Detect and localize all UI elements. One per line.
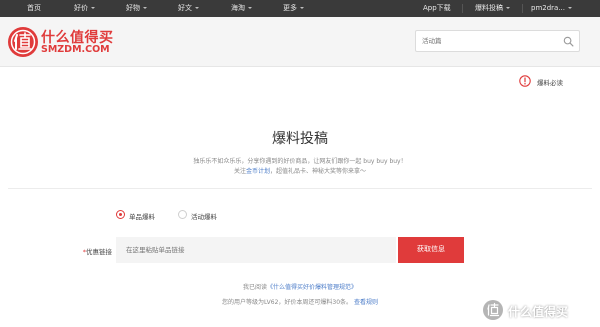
page-title: 爆料投稿 xyxy=(272,131,328,147)
chevron-down-icon xyxy=(91,7,95,9)
nav-item-articles[interactable]: 好文 xyxy=(178,0,199,17)
link-field-label: *优惠链接 xyxy=(60,246,112,256)
submit-deal-menu[interactable]: 爆料投稿 xyxy=(475,0,510,17)
radio-label: 活动爆料 xyxy=(191,213,217,221)
radio-button[interactable] xyxy=(178,210,187,219)
chevron-down-icon xyxy=(143,7,147,9)
user-menu[interactable]: pm2dra... xyxy=(531,0,573,17)
search-input[interactable] xyxy=(422,34,562,48)
app-download-label: App下载 xyxy=(423,4,451,12)
fetch-info-button[interactable]: 获取信息 xyxy=(398,237,464,263)
search-box xyxy=(415,30,580,52)
must-read-label: 爆料必读 xyxy=(537,79,563,87)
rules-document-link[interactable]: 《什么值得买好价爆料管理规范》 xyxy=(267,284,357,291)
nav-divider xyxy=(462,4,463,13)
nav-item-label: 海淘 xyxy=(231,4,245,12)
watermark-logo-icon xyxy=(483,300,503,320)
app-download-link[interactable]: App下载 xyxy=(423,0,451,17)
nav-item-deals[interactable]: 好价 xyxy=(74,0,95,17)
nav-divider xyxy=(522,4,523,13)
radio-button-selected[interactable] xyxy=(116,210,125,219)
site-header: 什么值得买 SMZDM.COM xyxy=(0,17,600,67)
chevron-down-icon xyxy=(568,7,573,9)
intro-suffix: ，超值礼品卡、神秘大奖等你来拿～ xyxy=(270,168,367,175)
section-divider xyxy=(8,188,592,189)
nav-item-label: 更多 xyxy=(283,4,297,12)
intro-text: 独乐乐不如众乐乐，分享你遇到的好价商品，让网友们跟你一起 buy buy buy… xyxy=(193,158,407,165)
username-label: pm2dra... xyxy=(531,4,566,12)
info-alert-icon xyxy=(519,75,531,87)
nav-item-label: 好物 xyxy=(126,4,140,12)
deal-link-input[interactable] xyxy=(116,237,396,263)
nav-item-label: 好价 xyxy=(74,4,88,12)
nav-item-home[interactable]: 首页 xyxy=(27,0,41,17)
page: 首页 好价 好物 好文 海淘 更多 App下载 爆料投稿 pm2dra... 什… xyxy=(0,0,600,327)
radio-label: 单品爆料 xyxy=(129,213,155,221)
chevron-down-icon xyxy=(248,7,252,9)
view-rules-link[interactable]: 查看规则 xyxy=(354,299,378,306)
link-label-text: 优惠链接 xyxy=(86,248,112,256)
chevron-down-icon xyxy=(300,7,304,9)
chevron-down-icon xyxy=(506,7,510,9)
level-status: 您的用户等级为LV62，好价本周还可爆料30条。 xyxy=(222,299,353,306)
logo-text-en: SMZDM.COM xyxy=(41,44,110,55)
search-icon[interactable] xyxy=(563,36,574,47)
top-nav: 首页 好价 好物 好文 海淘 更多 App下载 爆料投稿 pm2dra... xyxy=(0,0,600,17)
nav-item-more[interactable]: 更多 xyxy=(283,0,304,17)
intro-text-2: 关注金币计划，超值礼品卡、神秘大奖等你来拿～ xyxy=(0,166,600,175)
submit-deal-label: 爆料投稿 xyxy=(475,4,503,12)
nav-item-haitao[interactable]: 海淘 xyxy=(231,0,252,17)
intro-prefix: 关注 xyxy=(233,168,246,175)
coin-plan-link[interactable]: 金币计划 xyxy=(246,168,270,175)
logo-mark-icon xyxy=(8,27,38,57)
agreement-prefix: 我已阅读 xyxy=(242,284,267,291)
watermark-text: 什么值得买 xyxy=(508,305,569,319)
chevron-down-icon xyxy=(195,7,199,9)
nav-item-label: 好文 xyxy=(178,4,192,12)
nav-item-label: 首页 xyxy=(27,4,41,12)
nav-item-goods[interactable]: 好物 xyxy=(126,0,147,17)
agreement-text: 我已阅读《什么值得买好价爆料管理规范》 xyxy=(0,282,600,291)
